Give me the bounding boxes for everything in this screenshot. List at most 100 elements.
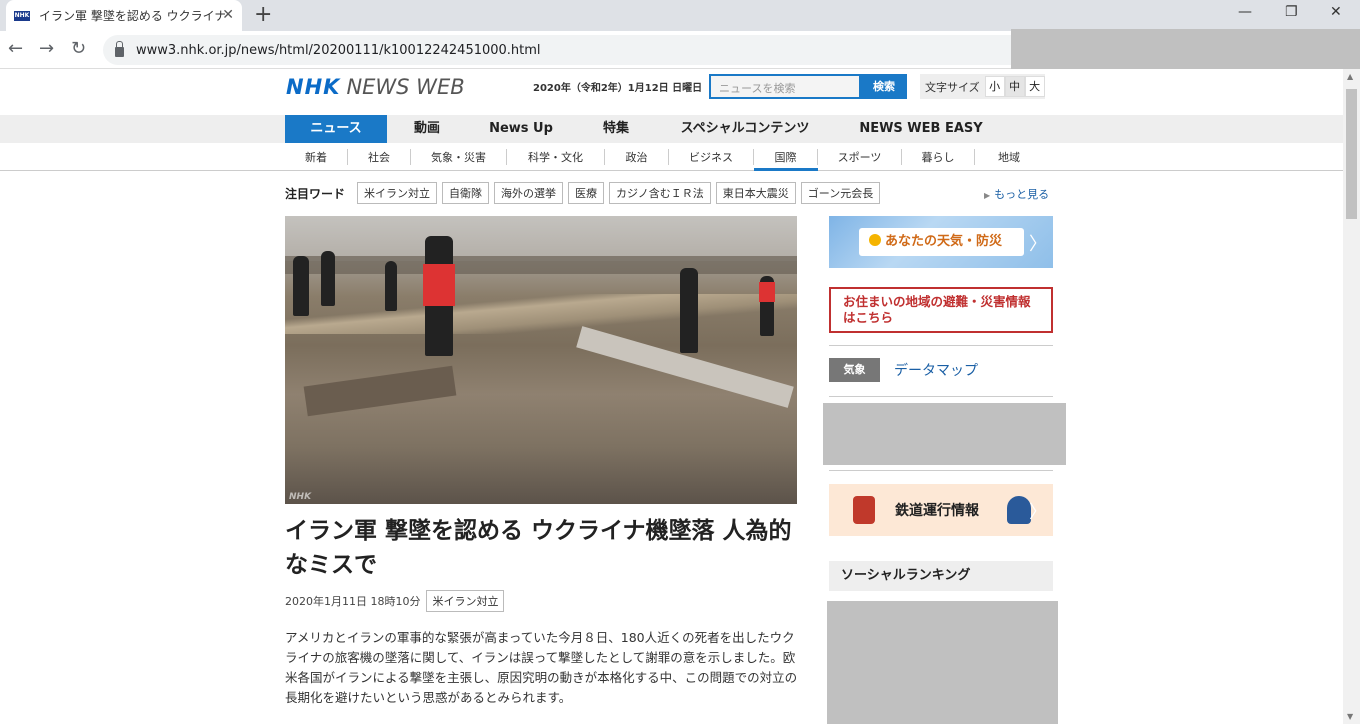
subnav-latest[interactable]: 新着: [285, 149, 348, 165]
redacted-area: [823, 403, 1066, 465]
keyword-tag[interactable]: 海外の選挙: [494, 182, 564, 204]
nav-features[interactable]: 特集: [584, 115, 648, 143]
sun-cloud-icon: [869, 234, 881, 246]
keywords-heading: 注目ワード: [285, 186, 346, 201]
global-nav: ニュース 動画 News Up 特集 スペシャルコンテンツ NEWS WEB E…: [0, 115, 1343, 143]
image-ditch: [285, 294, 797, 334]
image-sky: [285, 216, 797, 261]
subnav-science-culture[interactable]: 科学・文化: [507, 149, 605, 165]
search-button[interactable]: 検索: [861, 74, 907, 99]
address-bar[interactable]: www3.nhk.or.jp/news/html/20200111/k10012…: [103, 35, 1011, 65]
logo-newsweb: NEWS WEB: [346, 75, 465, 99]
font-size-medium[interactable]: 中: [1004, 76, 1025, 97]
browser-tab[interactable]: NHK イラン軍 撃墜を認める ウクライナ機 ✕: [6, 0, 242, 31]
tab-bar: NHK イラン軍 撃墜を認める ウクライナ機 ✕ + — ❐ ✕: [0, 0, 1360, 31]
font-size-label: 文字サイズ: [925, 80, 980, 94]
keyword-tag[interactable]: カジノ含むＩＲ法: [609, 182, 711, 204]
web-page: NHK NEWS WEB 2020年（令和2年）1月12日 日曜日 ニュースを検索…: [0, 69, 1343, 724]
nav-news-up[interactable]: News Up: [478, 115, 564, 143]
datamap-link[interactable]: データマップ: [894, 360, 978, 380]
divider: [829, 396, 1053, 397]
chevron-right-icon: 〉: [1029, 234, 1047, 255]
url-text: www3.nhk.or.jp/news/html/20200111/k10012…: [136, 42, 541, 58]
image-person-vest: [423, 264, 455, 306]
train-icon: [853, 496, 875, 524]
redacted-area: [1011, 29, 1360, 71]
image-person: [385, 261, 397, 311]
scroll-down-icon[interactable]: ▼: [1347, 712, 1353, 721]
weather-label: あなたの天気・防災: [885, 234, 1003, 249]
redacted-area: [827, 601, 1058, 724]
font-size-selector: 文字サイズ 小 中 大: [920, 74, 1045, 99]
vertical-scrollbar[interactable]: ▲ ▼: [1343, 69, 1360, 724]
new-tab-button[interactable]: +: [254, 3, 272, 27]
nav-news-web-easy[interactable]: NEWS WEB EASY: [846, 115, 996, 143]
logo-nhk: NHK: [286, 75, 341, 99]
evacuation-info-link[interactable]: お住まいの地域の避難・災害情報はこちら: [829, 287, 1053, 333]
subnav-business[interactable]: ビジネス: [669, 149, 754, 165]
article-headline: イラン軍 撃墜を認める ウクライナ機墜落 人為的なミスで: [285, 518, 792, 578]
image-person-vest: [759, 282, 775, 302]
image-person: [293, 256, 309, 316]
image-person: [321, 251, 335, 306]
subnav-weather-disaster[interactable]: 気象・災害: [411, 149, 507, 165]
article-body: アメリカとイランの軍事的な緊張が高まっていた今月８日、180人近くの死者を出した…: [285, 630, 798, 705]
sub-nav: 新着 社会 気象・災害 科学・文化 政治 ビジネス 国際 スポーツ 暮らし 地域: [0, 143, 1343, 171]
weather-badge: 気象: [829, 358, 880, 382]
back-arrow-icon[interactable]: ←: [8, 39, 23, 59]
trending-keywords: 注目ワード 米イラン対立 自衛隊 海外の選挙 医療 カジノ含むＩＲ法 東日本大震…: [285, 182, 885, 204]
keyword-tag[interactable]: ゴーン元会長: [800, 182, 881, 204]
subnav-politics[interactable]: 政治: [605, 149, 669, 165]
keyword-tag[interactable]: 米イラン対立: [357, 182, 438, 204]
reload-icon[interactable]: ↻: [71, 39, 86, 59]
maximize-icon[interactable]: ❐: [1285, 4, 1298, 20]
tab-title: イラン軍 撃墜を認める ウクライナ機: [39, 9, 225, 23]
image-watermark: NHK: [289, 492, 312, 502]
keyword-tag[interactable]: 医療: [568, 182, 605, 204]
page-date: 2020年（令和2年）1月12日 日曜日: [533, 83, 703, 94]
search-input[interactable]: ニュースを検索: [709, 74, 861, 99]
keyword-tag[interactable]: 東日本大震災: [715, 182, 796, 204]
train-label: 鉄道運行情報: [895, 503, 979, 519]
scrollbar-thumb[interactable]: [1346, 89, 1357, 219]
nhk-favicon-icon: NHK: [14, 10, 30, 21]
image-horizon: [285, 256, 797, 274]
weather-datamap-row: 気象 データマップ: [829, 358, 978, 382]
weather-banner[interactable]: あなたの天気・防災 〉: [829, 216, 1053, 268]
social-ranking-heading: ソーシャルランキング: [829, 561, 1053, 591]
chevron-right-icon: 〉: [1029, 502, 1047, 523]
subnav-active-indicator: [754, 168, 818, 171]
forward-arrow-icon[interactable]: →: [39, 39, 54, 59]
font-size-large[interactable]: 大: [1024, 76, 1045, 97]
close-window-icon[interactable]: ✕: [1330, 4, 1342, 20]
lock-icon: [115, 41, 124, 57]
more-label: もっと見る: [994, 188, 1050, 201]
scroll-up-icon[interactable]: ▲: [1347, 72, 1353, 81]
nav-special-contents[interactable]: スペシャルコンテンツ: [668, 115, 822, 143]
article-datetime: 2020年1月11日 18時10分: [285, 595, 421, 608]
triangle-right-icon: ▶: [984, 191, 991, 200]
shinkansen-icon: [1007, 496, 1031, 524]
font-size-small[interactable]: 小: [984, 76, 1005, 97]
image-person: [680, 268, 698, 353]
article-hero-image: NHK: [285, 216, 797, 504]
minimize-icon[interactable]: —: [1238, 4, 1252, 20]
subnav-living[interactable]: 暮らし: [902, 149, 975, 165]
train-info-banner[interactable]: 鉄道運行情報 〉: [829, 484, 1053, 536]
subnav-sports[interactable]: スポーツ: [818, 149, 902, 165]
nhk-news-web-logo[interactable]: NHK NEWS WEB: [286, 75, 465, 99]
keyword-tag[interactable]: 自衛隊: [442, 182, 490, 204]
nav-news[interactable]: ニュース: [285, 115, 387, 143]
nav-video[interactable]: 動画: [395, 115, 459, 143]
divider: [829, 470, 1053, 471]
article-meta: 2020年1月11日 18時10分 米イラン対立: [285, 590, 505, 612]
close-tab-icon[interactable]: ✕: [222, 7, 234, 23]
more-keywords-link[interactable]: ▶ もっと見る: [984, 186, 1049, 202]
divider: [829, 345, 1053, 346]
image-debris: [303, 365, 457, 417]
subnav-society[interactable]: 社会: [348, 149, 411, 165]
weather-pill: あなたの天気・防災: [859, 228, 1024, 256]
subnav-regional[interactable]: 地域: [975, 149, 1043, 165]
subnav-international[interactable]: 国際: [754, 149, 818, 165]
article-tag[interactable]: 米イラン対立: [426, 590, 505, 612]
